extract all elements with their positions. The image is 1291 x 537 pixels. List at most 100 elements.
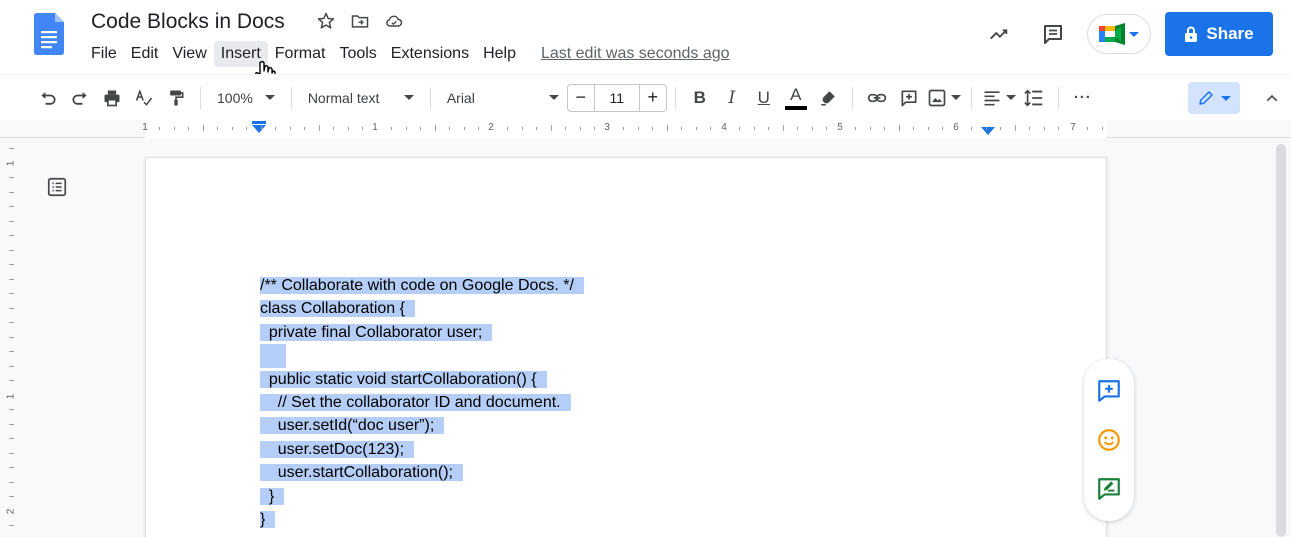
font-size-input[interactable]: 11 bbox=[594, 83, 639, 112]
ruler-tick bbox=[9, 191, 14, 193]
document-title[interactable]: Code Blocks in Docs bbox=[91, 10, 285, 34]
ruler-tick bbox=[9, 264, 14, 265]
ruler-tick bbox=[246, 127, 247, 130]
ruler-tick bbox=[637, 127, 639, 130]
menu-edit[interactable]: Edit bbox=[124, 41, 166, 67]
code-line bbox=[260, 344, 584, 368]
menu-format[interactable]: Format bbox=[268, 41, 333, 67]
decrease-font-size-button[interactable]: − bbox=[566, 83, 595, 112]
ruler-tick bbox=[1087, 127, 1088, 130]
code-line-text: user.startCollaboration(); bbox=[260, 464, 463, 482]
add-comment-button[interactable] bbox=[895, 82, 923, 114]
ruler-tick bbox=[9, 278, 14, 280]
paragraph-style-value: Normal text bbox=[307, 89, 380, 106]
add-comment-side-button[interactable] bbox=[1095, 377, 1123, 405]
print-icon bbox=[104, 90, 120, 106]
horizontal-ruler[interactable]: 1 1 2 3 4 5 6 7 bbox=[0, 120, 1291, 138]
menu-help[interactable]: Help bbox=[476, 41, 523, 67]
comments-icon[interactable] bbox=[1033, 14, 1073, 54]
highlight-color-button[interactable] bbox=[814, 82, 842, 114]
insert-link-button[interactable] bbox=[863, 82, 891, 114]
ruler-tick bbox=[9, 206, 14, 207]
ruler-tick bbox=[362, 127, 363, 130]
code-line: user.setId(“doc user”); bbox=[260, 414, 584, 437]
ruler-tick bbox=[811, 127, 813, 130]
redo-button[interactable] bbox=[66, 82, 94, 114]
chevron-down-icon bbox=[264, 95, 275, 100]
ruler-number: 4 bbox=[721, 122, 727, 133]
ruler-tick bbox=[739, 127, 740, 130]
document-canvas: 1 1 2 /** Collaborate with code on Google … bbox=[0, 138, 1291, 537]
ruler-tick bbox=[188, 127, 189, 130]
code-line: private final Collaborator user; bbox=[260, 321, 584, 344]
code-line: class Collaboration { bbox=[260, 297, 584, 320]
ruler-tick bbox=[1014, 125, 1016, 131]
code-block[interactable]: /** Collaborate with code on Google Docs… bbox=[260, 274, 584, 531]
align-button[interactable] bbox=[982, 82, 1016, 114]
vertical-ruler[interactable]: 1 1 2 bbox=[4, 138, 20, 537]
bold-button[interactable]: B bbox=[686, 82, 714, 114]
font-size-stepper: − 11 + bbox=[566, 83, 667, 113]
move-to-folder-icon[interactable] bbox=[350, 11, 370, 31]
ruler-tick bbox=[753, 127, 755, 130]
emoji-reaction-button[interactable] bbox=[1095, 426, 1123, 454]
ruler-tick bbox=[942, 127, 943, 130]
more-options-button[interactable]: ··· bbox=[1069, 82, 1097, 114]
share-button[interactable]: Share bbox=[1165, 12, 1273, 56]
spellcheck-button[interactable] bbox=[130, 82, 158, 114]
code-line-text: public static void startCollaboration() … bbox=[260, 370, 547, 388]
left-indent-marker[interactable] bbox=[252, 125, 266, 133]
menu-tools[interactable]: Tools bbox=[332, 41, 383, 67]
zoom-select[interactable]: 100% bbox=[209, 82, 283, 114]
ruler-tick bbox=[594, 127, 595, 130]
ruler-tick bbox=[405, 127, 407, 130]
ruler-tick bbox=[695, 127, 697, 130]
menu-extensions[interactable]: Extensions bbox=[384, 41, 476, 67]
italic-button[interactable]: I bbox=[718, 82, 746, 114]
menu-file[interactable]: File bbox=[84, 41, 124, 67]
ruler-tick bbox=[217, 127, 218, 130]
line-spacing-button[interactable] bbox=[1020, 82, 1048, 114]
ruler-tick bbox=[710, 127, 711, 130]
ruler-tick bbox=[9, 177, 14, 178]
app-header: Code Blocks in Docs File Edit View Inser… bbox=[0, 0, 1291, 86]
paint-format-icon bbox=[170, 90, 184, 105]
code-line: } bbox=[260, 485, 584, 508]
vertical-scrollbar[interactable] bbox=[1276, 144, 1286, 537]
side-action-panel bbox=[1084, 359, 1134, 521]
right-indent-marker[interactable] bbox=[981, 127, 995, 135]
suggest-edits-button[interactable] bbox=[1095, 475, 1123, 503]
ruler-tick bbox=[9, 293, 14, 294]
hide-menus-button[interactable] bbox=[1258, 82, 1286, 114]
increase-font-size-button[interactable]: + bbox=[638, 83, 667, 112]
underline-button[interactable]: U bbox=[750, 82, 778, 114]
ruler-tick bbox=[9, 235, 14, 236]
redo-icon bbox=[72, 91, 87, 105]
menu-view[interactable]: View bbox=[165, 41, 213, 67]
lock-icon bbox=[1185, 26, 1198, 42]
ruler-tick bbox=[521, 127, 523, 130]
document-outline-icon[interactable] bbox=[46, 176, 68, 198]
chevron-down-icon bbox=[1221, 95, 1231, 101]
star-icon[interactable] bbox=[316, 11, 336, 31]
print-button[interactable] bbox=[98, 82, 126, 114]
ruler-number: 1 bbox=[5, 393, 17, 400]
cloud-status-icon[interactable] bbox=[384, 11, 404, 31]
text-color-button[interactable]: A bbox=[782, 82, 810, 114]
paragraph-style-select[interactable]: Normal text bbox=[300, 82, 422, 114]
ruler-tick bbox=[826, 127, 827, 130]
ruler-tick bbox=[9, 322, 14, 323]
activity-trend-icon[interactable] bbox=[979, 14, 1019, 54]
last-edit-link[interactable]: Last edit was seconds ago bbox=[541, 45, 730, 63]
google-docs-logo-icon[interactable] bbox=[34, 13, 64, 55]
insert-image-button[interactable] bbox=[927, 82, 961, 114]
font-family-select[interactable]: Arial bbox=[439, 82, 567, 114]
ruler-tick bbox=[1101, 127, 1103, 130]
ruler-tick bbox=[971, 127, 972, 130]
first-line-indent-marker[interactable] bbox=[252, 121, 266, 124]
editing-mode-button[interactable] bbox=[1188, 82, 1240, 114]
undo-button[interactable] bbox=[34, 82, 62, 114]
document-page[interactable]: /** Collaborate with code on Google Docs… bbox=[145, 157, 1107, 537]
paint-format-button[interactable] bbox=[162, 82, 190, 114]
meet-button[interactable] bbox=[1087, 14, 1151, 54]
